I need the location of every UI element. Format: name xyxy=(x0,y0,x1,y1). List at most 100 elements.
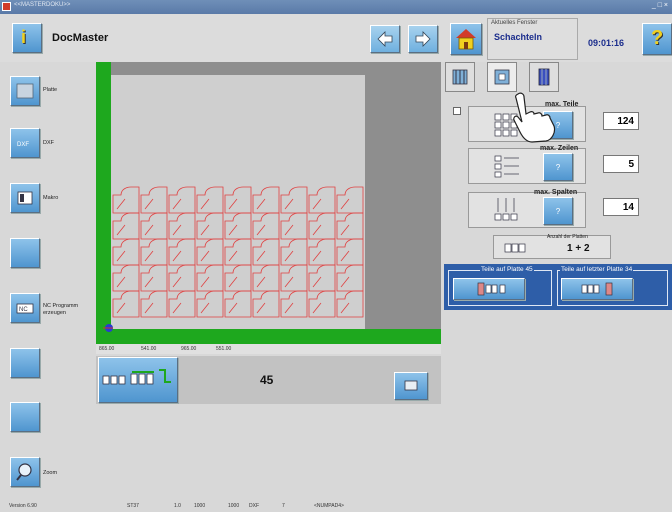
nested-part[interactable] xyxy=(140,238,168,266)
sidebar-item-dxf[interactable]: DXF xyxy=(10,128,40,158)
nested-part[interactable] xyxy=(196,212,224,240)
nested-part[interactable] xyxy=(252,264,280,292)
back-button[interactable] xyxy=(370,25,400,53)
nested-part[interactable] xyxy=(280,238,308,266)
nested-part[interactable] xyxy=(224,290,252,318)
nested-part[interactable] xyxy=(336,212,364,240)
nested-part[interactable] xyxy=(140,290,168,318)
nested-part[interactable] xyxy=(280,186,308,214)
nested-part[interactable] xyxy=(224,212,252,240)
nested-part[interactable] xyxy=(196,264,224,292)
nested-part[interactable] xyxy=(224,264,252,292)
help-button[interactable]: ? xyxy=(642,23,672,55)
app-icon xyxy=(2,2,11,11)
max-cols-help-button[interactable]: ? xyxy=(543,197,573,225)
sidebar-item-zoom[interactable] xyxy=(10,457,40,487)
window-controls[interactable]: _ □ × xyxy=(652,2,668,9)
sidebar-item-makro[interactable] xyxy=(10,183,40,213)
sidebar-item-platte[interactable] xyxy=(10,76,40,106)
nested-part[interactable] xyxy=(112,212,140,240)
parts-arrange-icon xyxy=(102,369,171,385)
macro-icon xyxy=(17,191,33,205)
nested-part[interactable] xyxy=(308,264,336,292)
coord-value: 865.00 xyxy=(99,346,115,352)
plates-value: 1 + 2 xyxy=(567,243,590,254)
title-bar: <<MASTERDOKU>> _ □ × xyxy=(0,0,672,14)
home-button[interactable] xyxy=(450,23,482,55)
parts-last-plate-button[interactable] xyxy=(561,278,633,300)
nested-part[interactable] xyxy=(252,290,280,318)
svg-text:DXF: DXF xyxy=(17,142,29,148)
max-parts-input[interactable]: 124 xyxy=(603,112,639,130)
group-parts-on-plate-label: Teile auf Platte 45 xyxy=(480,266,534,273)
nested-part[interactable] xyxy=(280,212,308,240)
status-dim-y: 1000 xyxy=(228,503,240,509)
tab-nest-parts[interactable] xyxy=(487,62,517,92)
sidebar-item-label: NC Programm erzeugen xyxy=(43,303,79,316)
nested-part[interactable] xyxy=(308,186,336,214)
nested-part[interactable] xyxy=(252,238,280,266)
nested-part[interactable] xyxy=(168,264,196,292)
forward-button[interactable] xyxy=(408,25,438,53)
parts-count: 45 xyxy=(260,373,274,387)
nested-part[interactable] xyxy=(112,238,140,266)
option-row-max-cols: ? xyxy=(468,192,586,228)
nested-part[interactable] xyxy=(308,290,336,318)
nested-part[interactable] xyxy=(140,186,168,214)
nested-part[interactable] xyxy=(308,212,336,240)
status-bar: Version 6.90 ST37 1.0 1000 1000 DXF 7 <N… xyxy=(0,500,672,512)
sidebar-item-empty-3[interactable] xyxy=(10,402,40,432)
rows-icon xyxy=(494,155,519,178)
nested-part[interactable] xyxy=(168,290,196,318)
max-rows-input[interactable]: 5 xyxy=(603,155,639,173)
nested-part[interactable] xyxy=(140,212,168,240)
sidebar-item-label: DXF xyxy=(43,140,54,146)
nested-part[interactable] xyxy=(224,186,252,214)
arrange-parts-button[interactable] xyxy=(98,357,178,403)
nested-part[interactable] xyxy=(168,186,196,214)
nested-part[interactable] xyxy=(224,238,252,266)
coord-value: 541.00 xyxy=(141,346,157,352)
nested-part[interactable] xyxy=(336,238,364,266)
nested-part[interactable] xyxy=(280,264,308,292)
max-cols-input[interactable]: 14 xyxy=(603,198,639,216)
sidebar-item-empty-2[interactable] xyxy=(10,348,40,378)
tab-nest-list[interactable] xyxy=(445,62,475,92)
nc-program-icon: NC xyxy=(16,303,34,314)
parts-on-plate-button[interactable] xyxy=(453,278,525,300)
nested-part[interactable] xyxy=(336,290,364,318)
clock: 09:01:16 xyxy=(588,38,625,48)
sidebar-item-label: Makro xyxy=(43,195,59,201)
max-parts-checkbox[interactable] xyxy=(453,107,461,115)
nested-part[interactable] xyxy=(196,290,224,318)
max-cols-label: max. Spalten xyxy=(534,189,578,196)
sidebar-item-nc-program[interactable]: NC xyxy=(10,293,40,323)
nested-part[interactable] xyxy=(196,238,224,266)
settings-tab-icon xyxy=(538,68,550,86)
nested-part[interactable] xyxy=(280,290,308,318)
nested-part[interactable] xyxy=(168,212,196,240)
question-icon: ? xyxy=(651,27,664,49)
nested-part[interactable] xyxy=(112,186,140,214)
plate-view-button[interactable] xyxy=(394,372,428,400)
info-button[interactable]: i xyxy=(12,23,42,53)
nested-part[interactable] xyxy=(112,264,140,292)
active-window-value: Schachteln xyxy=(494,32,543,42)
parts-tab-icon xyxy=(494,69,510,85)
nested-part[interactable] xyxy=(168,238,196,266)
sidebar-item-empty-1[interactable] xyxy=(10,238,40,268)
columns-icon xyxy=(494,198,518,221)
nested-part[interactable] xyxy=(336,264,364,292)
zoom-icon xyxy=(16,463,32,481)
nested-part[interactable] xyxy=(308,238,336,266)
tab-nest-settings[interactable] xyxy=(529,62,559,92)
coord-value: 965.00 xyxy=(181,346,197,352)
nested-part[interactable] xyxy=(252,186,280,214)
nested-part[interactable] xyxy=(112,290,140,318)
nested-part[interactable] xyxy=(196,186,224,214)
nested-part[interactable] xyxy=(140,264,168,292)
sidebar-item-label: Zoom xyxy=(43,470,58,476)
nested-part[interactable] xyxy=(336,186,364,214)
nested-part[interactable] xyxy=(252,212,280,240)
max-rows-help-button[interactable]: ? xyxy=(543,153,573,181)
